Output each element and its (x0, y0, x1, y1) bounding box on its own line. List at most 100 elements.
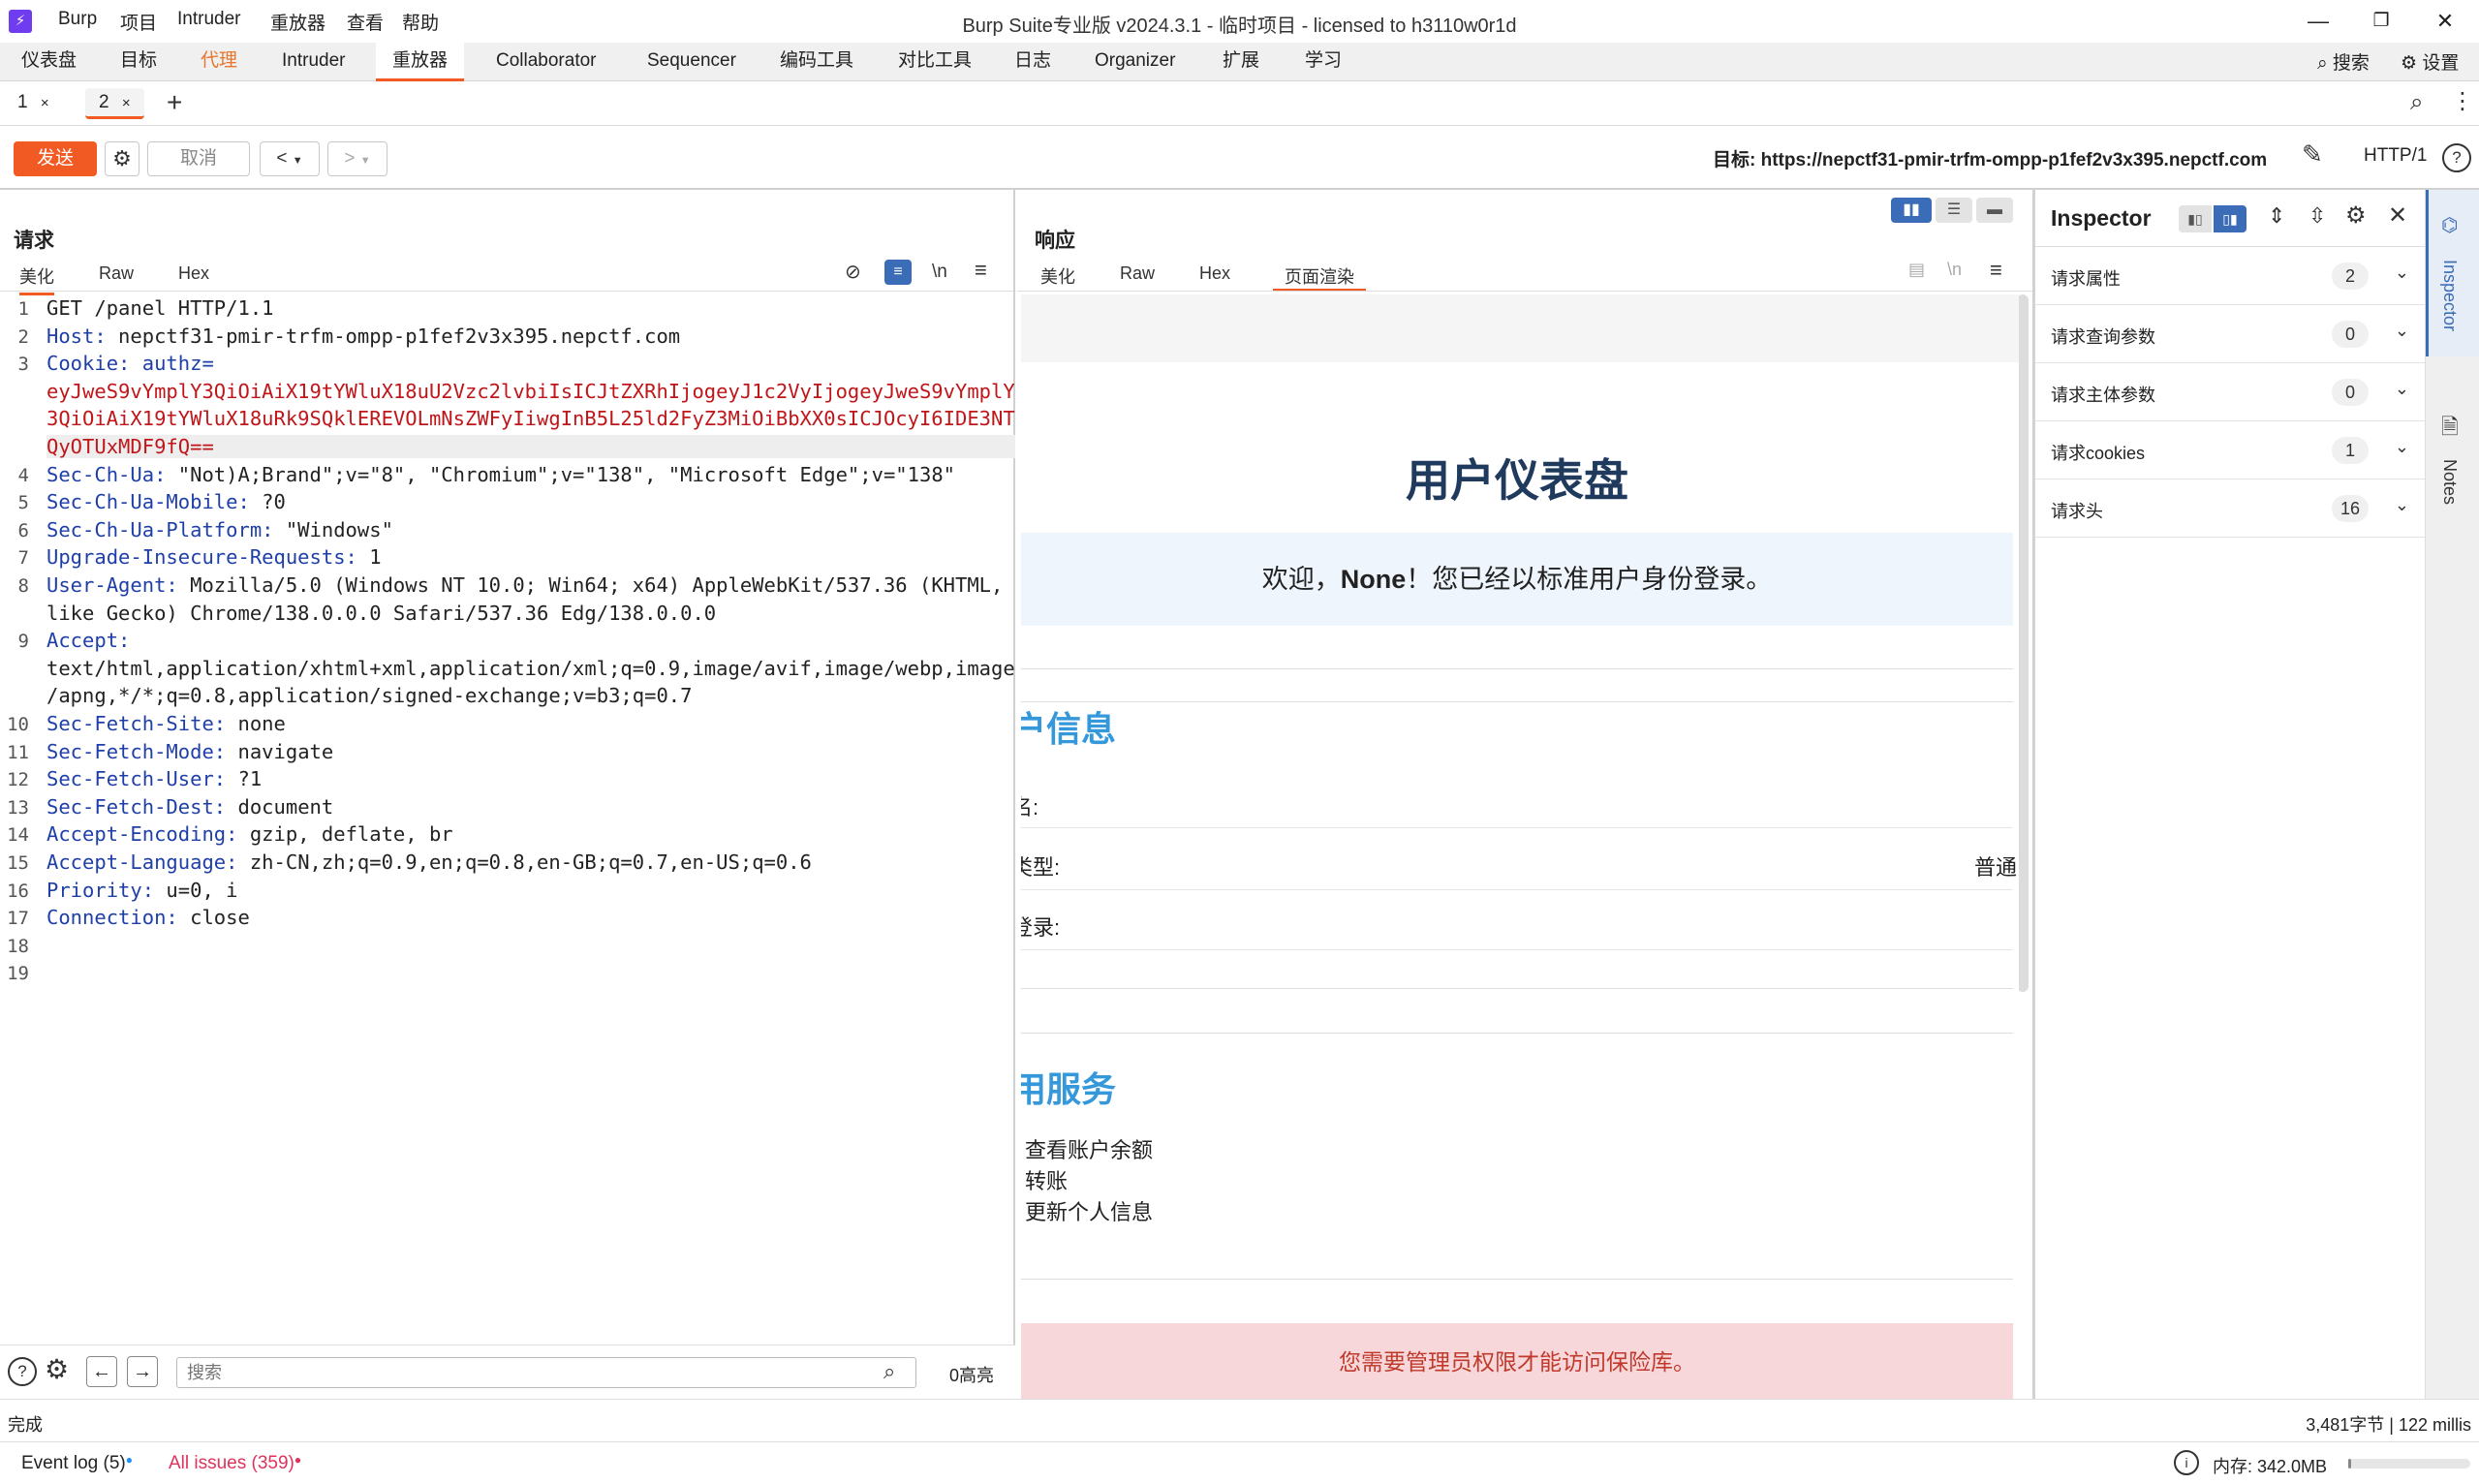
layout-side-by-side-icon[interactable]: ▮▮ (1891, 198, 1932, 223)
inspector-row-body-params[interactable]: 请求主体参数 0 ⌄ (2035, 363, 2425, 421)
inspector-row-query-params[interactable]: 请求查询参数 0 ⌄ (2035, 305, 2425, 363)
send-button[interactable]: 发送 (14, 141, 97, 176)
repeater-tab-2[interactable]: 2 × (85, 88, 144, 119)
menu-intruder[interactable]: Intruder (177, 9, 240, 30)
inspector-layout-active-icon[interactable]: ▯▮ (2214, 205, 2247, 232)
menu-icon[interactable]: ≡ (975, 258, 987, 283)
inspector-row-headers[interactable]: 请求头 16 ⌄ (2035, 479, 2425, 538)
request-line[interactable]: text/html,application/xhtml+xml,applicat… (46, 657, 1015, 680)
next-match-button[interactable]: → (127, 1356, 158, 1387)
history-back-button[interactable]: < ▼ (260, 141, 320, 176)
help-icon[interactable]: ? (8, 1357, 37, 1386)
tab-dashboard[interactable]: 仪表盘 (5, 43, 93, 81)
all-issues-link[interactable]: All issues (359)● (169, 1453, 301, 1474)
close-tab-icon[interactable]: × (122, 95, 131, 111)
newline-toggle[interactable]: \n (932, 262, 947, 283)
send-settings-gear-icon[interactable]: ⚙ (105, 141, 139, 176)
restore-button[interactable]: ❐ (2352, 4, 2410, 39)
request-line[interactable]: Connection: close (46, 906, 250, 929)
cancel-button[interactable]: 取消 (147, 141, 250, 176)
request-line[interactable]: Sec-Fetch-Mode: navigate (46, 740, 333, 763)
menu-icon[interactable]: ≡ (1990, 258, 2002, 283)
expand-all-icon[interactable]: ⇕ (2268, 203, 2285, 229)
request-line[interactable]: /apng,*/*;q=0.8,application/signed-excha… (46, 684, 692, 707)
cookie-value[interactable]: QyOTUxMDF9fQ== (46, 435, 1015, 458)
side-tab-notes[interactable]: Notes (2439, 459, 2460, 505)
tab-decoder[interactable]: 编码工具 (763, 43, 870, 81)
cookie-value[interactable]: 3QiOiAiX19tYWluX18uRk9SQklEREVOLmNsZWFyI… (46, 407, 1015, 430)
search-icon[interactable]: ⌕ (2410, 89, 2423, 116)
request-line[interactable]: Sec-Ch-Ua: "Not)A;Brand";v="8", "Chromiu… (46, 463, 955, 486)
inspector-row-cookies[interactable]: 请求cookies 1 ⌄ (2035, 421, 2425, 479)
tab-extensions[interactable]: 扩展 (1206, 43, 1276, 81)
request-line[interactable]: Upgrade-Insecure-Requests: 1 (46, 545, 382, 569)
repeater-tab-1[interactable]: 1 × (4, 88, 63, 119)
request-editor[interactable]: 1 GET /panel HTTP/1.1 2 Host: nepctf31-pmir… (0, 296, 1015, 1343)
request-line[interactable]: Sec-Ch-Ua-Mobile: ?0 (46, 490, 286, 513)
menu-project[interactable]: 项目 (120, 9, 157, 35)
pretty-print-toggle-icon[interactable]: ≡ (884, 260, 912, 285)
service-item[interactable]: 转账 (1025, 1166, 1153, 1197)
close-icon[interactable]: ✕ (2388, 201, 2407, 230)
request-line[interactable]: Sec-Fetch-Dest: document (46, 795, 333, 819)
menu-burp[interactable]: Burp (58, 9, 97, 30)
request-line[interactable]: Host: nepctf31-pmir-trfm-ompp-p1fef2v3x3… (46, 325, 680, 348)
layout-stacked-icon[interactable]: ☰ (1936, 198, 1972, 223)
inspector-layout-icon[interactable]: ▮▯ (2179, 205, 2212, 232)
response-view-render[interactable]: 页面渲染 (1273, 263, 1366, 292)
layout-tabs-icon[interactable]: ▬ (1976, 198, 2013, 223)
tab-target[interactable]: 目标 (104, 43, 173, 81)
history-forward-button[interactable]: > ▼ (327, 141, 387, 176)
response-view-pretty[interactable]: 美化 (1040, 263, 1075, 289)
tab-comparer[interactable]: 对比工具 (882, 43, 988, 81)
request-line[interactable]: Cookie: authz= (46, 352, 214, 375)
request-line[interactable]: Accept-Encoding: gzip, deflate, br (46, 822, 453, 846)
request-line[interactable]: Sec-Ch-Ua-Platform: "Windows" (46, 518, 393, 541)
minimize-button[interactable]: — (2289, 4, 2347, 39)
request-line[interactable]: Priority: u=0, i (46, 879, 238, 902)
close-tab-icon[interactable]: × (41, 95, 49, 111)
gear-icon[interactable]: ⚙ (45, 1353, 69, 1385)
response-view-hex[interactable]: Hex (1199, 263, 1230, 284)
tab-collaborator[interactable]: Collaborator (480, 43, 613, 81)
event-log-link[interactable]: Event log (5)● (21, 1453, 133, 1474)
more-vertical-icon[interactable]: ⋮ (2451, 87, 2474, 115)
tab-logger[interactable]: 日志 (998, 43, 1068, 81)
add-tab-icon[interactable]: + (167, 87, 182, 118)
request-line[interactable]: Accept: (46, 629, 130, 652)
gear-icon[interactable]: ⚙ (2345, 201, 2367, 230)
request-line[interactable]: GET /panel HTTP/1.1 (46, 296, 274, 320)
menu-view[interactable]: 查看 (347, 9, 384, 35)
request-view-hex[interactable]: Hex (178, 263, 209, 284)
tab-proxy[interactable]: 代理 (184, 43, 254, 81)
menu-help[interactable]: 帮助 (402, 9, 439, 35)
tab-organizer[interactable]: Organizer (1078, 43, 1192, 81)
service-item[interactable]: 查看账户余额 (1025, 1135, 1153, 1166)
request-line[interactable]: Accept-Language: zh-CN,zh;q=0.9,en;q=0.8… (46, 850, 812, 874)
cookie-value[interactable]: eyJweS9vYmplY3QiOiAiX19tYWluX18uU2Vzc2lv… (46, 380, 1015, 403)
request-line[interactable]: Sec-Fetch-User: ?1 (46, 767, 262, 790)
collapse-all-icon[interactable]: ⇳ (2309, 203, 2326, 229)
request-view-raw[interactable]: Raw (99, 263, 134, 284)
response-view-raw[interactable]: Raw (1120, 263, 1155, 284)
tab-repeater[interactable]: 重放器 (376, 43, 465, 81)
request-line[interactable]: User-Agent: Mozilla/5.0 (Windows NT 10.0… (46, 573, 1003, 597)
help-icon[interactable]: ? (2442, 143, 2471, 172)
global-search-button[interactable]: ⌕ 搜索 (2317, 48, 2370, 75)
request-search-input[interactable] (176, 1357, 916, 1388)
close-window-button[interactable]: ✕ (2416, 4, 2474, 39)
previous-match-button[interactable]: ← (86, 1356, 117, 1387)
edit-target-pencil-icon[interactable]: ✎ (2302, 139, 2323, 170)
tab-intruder[interactable]: Intruder (265, 43, 361, 81)
line-number: 7 (17, 547, 29, 570)
http-version-toggle[interactable]: HTTP/1 (2364, 145, 2427, 167)
service-item[interactable]: 更新个人信息 (1025, 1197, 1153, 1228)
tab-sequencer[interactable]: Sequencer (631, 43, 753, 81)
inspector-row-request-attributes[interactable]: 请求属性 2 ⌄ (2035, 247, 2425, 305)
tab-learn[interactable]: 学习 (1288, 43, 1358, 81)
request-line[interactable]: Sec-Fetch-Site: none (46, 712, 286, 735)
global-settings-button[interactable]: ⚙ 设置 (2401, 48, 2459, 75)
request-line[interactable]: like Gecko) Chrome/138.0.0.0 Safari/537.… (46, 602, 716, 625)
menu-repeater[interactable]: 重放器 (270, 9, 325, 35)
hide-nonprintable-eye-icon[interactable]: ⊘ (845, 260, 861, 284)
